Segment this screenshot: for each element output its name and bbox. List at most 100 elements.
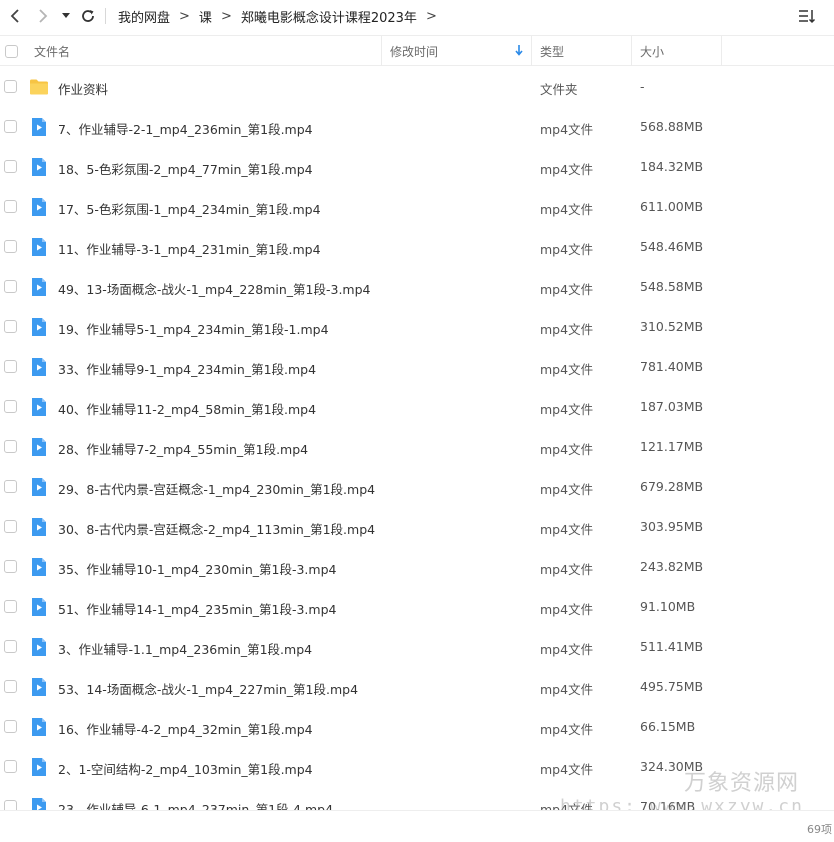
video-file-icon — [32, 198, 46, 216]
file-size: 187.03MB — [640, 399, 704, 414]
column-divider[interactable] — [721, 36, 722, 66]
file-name[interactable]: 19、作业辅导5-1_mp4_234min_第1段-1.mp4 — [58, 319, 329, 338]
file-type: mp4文件 — [540, 722, 594, 737]
file-row[interactable]: 3、作业辅导-1.1_mp4_236min_第1段.mp4 mp4文件 511.41… — [0, 627, 834, 667]
file-name[interactable]: 23、作业辅导-6-1_mp4_237min_第1段-4.mp4 — [58, 799, 333, 810]
file-size: 121.17MB — [640, 439, 704, 454]
back-button[interactable] — [3, 4, 27, 28]
breadcrumb-item-my-drive[interactable]: 我的网盘 — [118, 7, 170, 26]
row-checkbox[interactable] — [4, 400, 17, 413]
file-name[interactable]: 40、作业辅导11-2_mp4_58min_第1段.mp4 — [58, 399, 316, 418]
row-checkbox[interactable] — [4, 280, 17, 293]
file-size: - — [640, 79, 645, 94]
file-row[interactable]: 11、作业辅导-3-1_mp4_231min_第1段.mp4 mp4文件 548.4… — [0, 227, 834, 267]
file-name[interactable]: 51、作业辅导14-1_mp4_235min_第1段-3.mp4 — [58, 599, 336, 618]
video-file-icon — [32, 478, 46, 496]
select-all-checkbox[interactable] — [5, 36, 18, 66]
file-size: 568.88MB — [640, 119, 704, 134]
file-size: 611.00MB — [640, 199, 704, 214]
file-row[interactable]: 7、作业辅导-2-1_mp4_236min_第1段.mp4 mp4文件 568.88… — [0, 107, 834, 147]
video-file-icon — [32, 118, 46, 136]
row-checkbox[interactable] — [4, 640, 17, 653]
refresh-button[interactable] — [76, 4, 100, 28]
file-row[interactable]: 16、作业辅导-4-2_mp4_32min_第1段.mp4 mp4文件 66.15M… — [0, 707, 834, 747]
file-name[interactable]: 53、14-场面概念-战火-1_mp4_227min_第1段.mp4 — [58, 679, 358, 698]
file-row[interactable]: 35、作业辅导10-1_mp4_230min_第1段-3.mp4 mp4文件 243… — [0, 547, 834, 587]
row-checkbox[interactable] — [4, 120, 17, 133]
column-divider[interactable] — [531, 36, 532, 66]
folder-row[interactable]: 作业资料 文件夹 - — [0, 67, 834, 107]
file-name[interactable]: 7、作业辅导-2-1_mp4_236min_第1段.mp4 — [58, 119, 313, 138]
file-name[interactable]: 49、13-场面概念-战火-1_mp4_228min_第1段-3.mp4 — [58, 279, 371, 298]
file-type: mp4文件 — [540, 602, 594, 617]
column-header-name[interactable]: 文件名 — [34, 36, 70, 66]
file-row[interactable]: 28、作业辅导7-2_mp4_55min_第1段.mp4 mp4文件 121.17M… — [0, 427, 834, 467]
video-file-icon — [32, 598, 46, 616]
file-size: 91.10MB — [640, 599, 696, 614]
checkbox-box[interactable] — [5, 44, 18, 58]
column-divider[interactable] — [631, 36, 632, 66]
file-row[interactable]: 19、作业辅导5-1_mp4_234min_第1段-1.mp4 mp4文件 310.… — [0, 307, 834, 347]
row-checkbox[interactable] — [4, 320, 17, 333]
file-row[interactable]: 40、作业辅导11-2_mp4_58min_第1段.mp4 mp4文件 187.03… — [0, 387, 834, 427]
column-header-type[interactable]: 类型 — [540, 36, 564, 66]
breadcrumb: 我的网盘 > 课 > 郑曦电影概念设计课程2023年 > — [118, 7, 446, 26]
file-list-header: 文件名 修改时间 类型 大小 — [0, 35, 834, 66]
file-name[interactable]: 16、作业辅导-4-2_mp4_32min_第1段.mp4 — [58, 719, 313, 738]
column-divider[interactable] — [381, 36, 382, 66]
sort-list-icon — [799, 10, 816, 24]
file-size: 184.32MB — [640, 159, 704, 174]
file-type: 文件夹 — [540, 82, 578, 97]
sort-descending-icon[interactable] — [514, 44, 524, 56]
file-name[interactable]: 35、作业辅导10-1_mp4_230min_第1段-3.mp4 — [58, 559, 336, 578]
breadcrumb-expand-icon[interactable]: > — [426, 9, 437, 24]
row-checkbox[interactable] — [4, 760, 17, 773]
breadcrumb-item-course[interactable]: 课 — [199, 7, 212, 26]
file-row[interactable]: 18、5-色彩氛围-2_mp4_77min_第1段.mp4 mp4文件 184.32… — [0, 147, 834, 187]
row-checkbox[interactable] — [4, 480, 17, 493]
breadcrumb-separator-icon: > — [220, 9, 232, 24]
file-name[interactable]: 作业资料 — [58, 79, 108, 98]
file-row[interactable]: 17、5-色彩氛围-1_mp4_234min_第1段.mp4 mp4文件 611.0… — [0, 187, 834, 227]
row-checkbox[interactable] — [4, 720, 17, 733]
file-size: 310.52MB — [640, 319, 704, 334]
row-checkbox[interactable] — [4, 600, 17, 613]
column-header-size[interactable]: 大小 — [640, 36, 664, 66]
top-navigation-bar: 我的网盘 > 课 > 郑曦电影概念设计课程2023年 > — [0, 0, 834, 33]
video-file-icon — [32, 438, 46, 456]
file-name[interactable]: 17、5-色彩氛围-1_mp4_234min_第1段.mp4 — [58, 199, 321, 218]
row-checkbox[interactable] — [4, 240, 17, 253]
row-checkbox[interactable] — [4, 440, 17, 453]
breadcrumb-item-current-folder[interactable]: 郑曦电影概念设计课程2023年 — [241, 7, 417, 26]
file-name[interactable]: 18、5-色彩氛围-2_mp4_77min_第1段.mp4 — [58, 159, 313, 178]
row-checkbox[interactable] — [4, 680, 17, 693]
file-row[interactable]: 49、13-场面概念-战火-1_mp4_228min_第1段-3.mp4 mp4文… — [0, 267, 834, 307]
file-name[interactable]: 33、作业辅导9-1_mp4_234min_第1段.mp4 — [58, 359, 316, 378]
file-name[interactable]: 11、作业辅导-3-1_mp4_231min_第1段.mp4 — [58, 239, 321, 258]
row-checkbox[interactable] — [4, 360, 17, 373]
file-type: mp4文件 — [540, 402, 594, 417]
file-name[interactable]: 3、作业辅导-1.1_mp4_236min_第1段.mp4 — [58, 639, 312, 658]
column-header-modified[interactable]: 修改时间 — [390, 36, 438, 66]
sort-options-button[interactable] — [796, 5, 818, 27]
file-name[interactable]: 28、作业辅导7-2_mp4_55min_第1段.mp4 — [58, 439, 308, 458]
file-row[interactable]: 53、14-场面概念-战火-1_mp4_227min_第1段.mp4 mp4文件 4… — [0, 667, 834, 707]
forward-button[interactable] — [31, 4, 55, 28]
file-name[interactable]: 29、8-古代内景-宫廷概念-1_mp4_230min_第1段.mp4 — [58, 479, 375, 498]
history-dropdown-button[interactable] — [58, 4, 74, 28]
row-checkbox[interactable] — [4, 160, 17, 173]
row-checkbox[interactable] — [4, 80, 17, 93]
row-checkbox[interactable] — [4, 800, 17, 810]
file-row[interactable]: 29、8-古代内景-宫廷概念-1_mp4_230min_第1段.mp4 mp4文件… — [0, 467, 834, 507]
file-row[interactable]: 30、8-古代内景-宫廷概念-2_mp4_113min_第1段.mp4 mp4文件… — [0, 507, 834, 547]
file-row[interactable]: 33、作业辅导9-1_mp4_234min_第1段.mp4 mp4文件 781.40… — [0, 347, 834, 387]
file-name[interactable]: 2、1-空间结构-2_mp4_103min_第1段.mp4 — [58, 759, 313, 778]
file-size: 511.41MB — [640, 639, 704, 654]
file-row[interactable]: 51、作业辅导14-1_mp4_235min_第1段-3.mp4 mp4文件 91.… — [0, 587, 834, 627]
row-checkbox[interactable] — [4, 560, 17, 573]
row-checkbox[interactable] — [4, 200, 17, 213]
file-name[interactable]: 30、8-古代内景-宫廷概念-2_mp4_113min_第1段.mp4 — [58, 519, 375, 538]
row-checkbox[interactable] — [4, 520, 17, 533]
chevron-right-icon — [39, 9, 48, 23]
file-type: mp4文件 — [540, 682, 594, 697]
